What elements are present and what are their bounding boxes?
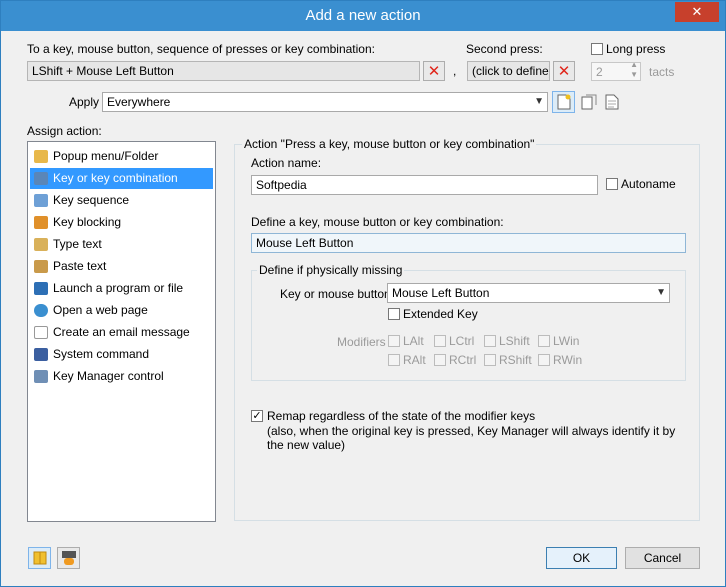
key-section-label: To a key, mouse button, sequence of pres…: [27, 42, 375, 56]
cancel-button[interactable]: Cancel: [625, 547, 700, 569]
keys-icon: [34, 194, 48, 207]
rctrl-checkbox[interactable]: [434, 354, 446, 366]
list-item-system-command[interactable]: System command: [30, 344, 213, 365]
rshift-label: RShift: [499, 353, 532, 367]
action-name-label: Action name:: [251, 156, 322, 170]
envelope-icon: [34, 326, 48, 339]
apply-label: Apply: [69, 95, 100, 109]
list-item-open-web-page[interactable]: Open a web page: [30, 300, 213, 321]
list-item-email-message[interactable]: Create an email message: [30, 322, 213, 343]
lock-icon: [34, 216, 48, 229]
clear-icon: ✕: [557, 62, 571, 80]
assign-action-label: Assign action:: [27, 124, 102, 138]
key-or-mouse-dropdown[interactable]: Mouse Left Button ▼: [387, 283, 670, 303]
tacts-label: tacts: [649, 65, 675, 79]
apply-value: Everywhere: [107, 95, 171, 109]
list-item-key-sequence[interactable]: Key sequence: [30, 190, 213, 211]
key-or-mouse-label: Key or mouse button: [280, 287, 391, 301]
action-type-list[interactable]: Popup menu/Folder Key or key combination…: [27, 141, 216, 522]
window-title: Add a new action: [305, 7, 421, 24]
lctrl-label: LCtrl: [449, 334, 475, 348]
clipboard-icon: [34, 238, 48, 251]
lwin-label: LWin: [553, 334, 580, 348]
key-manager-button[interactable]: [57, 547, 80, 569]
list-item-key-manager-control[interactable]: Key Manager control: [30, 366, 213, 387]
remap-note-line2: the new value): [267, 438, 346, 452]
remap-note-line1: (also, when the original key is pressed,…: [267, 424, 676, 438]
autoname-label: Autoname: [621, 177, 676, 191]
action-name-input[interactable]: Softpedia: [251, 175, 598, 195]
remap-checkbox[interactable]: ✓: [251, 410, 263, 422]
comma-separator: ,: [453, 64, 457, 78]
help-button[interactable]: [28, 547, 51, 569]
copy-program-button[interactable]: [600, 91, 623, 113]
list-item-paste-text[interactable]: Paste text: [30, 256, 213, 277]
clear-icon: ✕: [427, 62, 441, 80]
remap-label: Remap regardless of the state of the mod…: [267, 409, 536, 423]
ok-button[interactable]: OK: [546, 547, 617, 569]
rshift-checkbox[interactable]: [484, 354, 496, 366]
edit-program-button[interactable]: [577, 91, 600, 113]
new-program-button[interactable]: [552, 91, 575, 113]
program-icon: [34, 282, 48, 295]
globe-icon: [34, 304, 48, 317]
define-key-label: Define a key, mouse button or key combin…: [251, 215, 504, 229]
define-key-field[interactable]: Mouse Left Button: [251, 233, 686, 253]
chevron-down-icon: ▼: [534, 96, 544, 107]
lshift-label: LShift: [499, 334, 530, 348]
clear-second-press-button[interactable]: ✕: [553, 61, 575, 81]
action-panel-title: Action "Press a key, mouse button or key…: [242, 137, 537, 151]
list-item-type-text[interactable]: Type text: [30, 234, 213, 255]
modifiers-label: Modifiers: [337, 335, 386, 349]
long-press-label: Long press: [606, 42, 666, 56]
list-item-key-combination[interactable]: Key or key combination: [30, 168, 213, 189]
second-press-label: Second press:: [466, 42, 543, 56]
list-item-popup-menu[interactable]: Popup menu/Folder: [30, 146, 213, 167]
long-press-checkbox[interactable]: [591, 43, 603, 55]
paste-icon: [34, 260, 48, 273]
dialog-window: Add a new action ✕ To a key, mouse butto…: [0, 0, 726, 587]
key-combination-field[interactable]: LShift + Mouse Left Button: [27, 61, 420, 81]
new-document-icon: [557, 94, 570, 110]
ralt-label: RAlt: [403, 353, 426, 367]
extended-key-checkbox[interactable]: [388, 308, 400, 320]
title-bar[interactable]: Add a new action ✕: [1, 1, 725, 31]
apply-dropdown[interactable]: Everywhere ▼: [102, 92, 548, 112]
tacts-stepper[interactable]: 2 ▲ ▼: [591, 62, 641, 81]
keyboard-icon: [34, 172, 48, 185]
stepper-arrows-icon[interactable]: ▲ ▼: [630, 63, 638, 80]
key-or-mouse-value: Mouse Left Button: [392, 286, 490, 300]
monitor-icon: [34, 348, 48, 361]
rctrl-label: RCtrl: [449, 353, 477, 367]
lalt-checkbox[interactable]: [388, 335, 400, 347]
edit-document-icon: [581, 94, 596, 110]
folder-icon: [34, 150, 48, 163]
lalt-label: LAlt: [403, 334, 424, 348]
rwin-label: RWin: [553, 353, 583, 367]
close-button[interactable]: ✕: [675, 2, 719, 22]
list-item-key-blocking[interactable]: Key blocking: [30, 212, 213, 233]
autoname-checkbox[interactable]: [606, 178, 618, 190]
ralt-checkbox[interactable]: [388, 354, 400, 366]
chevron-down-icon: ▼: [656, 287, 666, 298]
extended-key-label: Extended Key: [403, 307, 478, 321]
tacts-value: 2: [596, 65, 603, 79]
lshift-checkbox[interactable]: [484, 335, 496, 347]
list-item-launch-program[interactable]: Launch a program or file: [30, 278, 213, 299]
clear-key-button[interactable]: ✕: [423, 61, 445, 81]
physically-missing-title: Define if physically missing: [257, 263, 405, 277]
app-icon: [34, 370, 48, 383]
key-manager-logo-icon: [61, 551, 76, 565]
lwin-checkbox[interactable]: [538, 335, 550, 347]
rwin-checkbox[interactable]: [538, 354, 550, 366]
book-icon: [33, 551, 46, 565]
second-press-field[interactable]: (click to define): [467, 61, 550, 81]
lctrl-checkbox[interactable]: [434, 335, 446, 347]
copy-document-icon: [605, 94, 618, 110]
